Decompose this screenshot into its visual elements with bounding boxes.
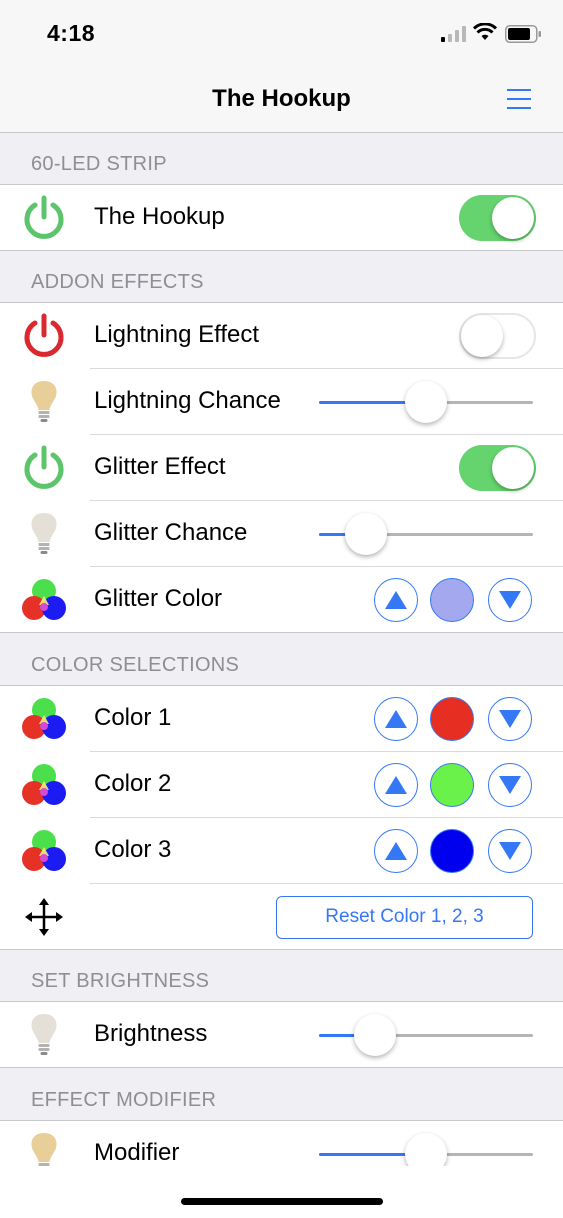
rgb-circles-icon [22, 579, 66, 620]
slider-thumb[interactable] [353, 1014, 396, 1056]
home-indicator[interactable] [181, 1198, 383, 1205]
battery-icon [505, 25, 541, 43]
toggle-knob [461, 315, 503, 357]
hamburger-menu-icon[interactable] [505, 87, 533, 111]
section-header-colors: COLOR SELECTIONS [0, 633, 563, 686]
light-bulb-icon [31, 381, 57, 422]
light-bulb-icon [31, 513, 57, 554]
status-time: 4:18 [47, 20, 96, 46]
color-3-down-button[interactable] [488, 829, 532, 873]
glitter-color-swatch[interactable] [430, 578, 474, 622]
row-label: Lightning Effect [94, 321, 260, 348]
toggle-knob [492, 447, 534, 489]
rgb-circles-icon [22, 698, 66, 739]
color-2-swatch[interactable] [430, 763, 474, 807]
section-title: ADDON EFFECTS [31, 271, 204, 293]
slider-thumb[interactable] [405, 381, 447, 423]
color-2-down-button[interactable] [488, 763, 532, 807]
triangle-down-icon [499, 591, 521, 609]
light-bulb-icon [31, 1014, 57, 1055]
triangle-up-icon [385, 776, 407, 794]
color-1-up-button[interactable] [374, 697, 418, 741]
page-title: The Hookup [212, 85, 351, 112]
row-color-2: Color 2 [0, 752, 563, 818]
triangle-up-icon [385, 842, 407, 860]
triangle-down-icon [499, 776, 521, 794]
row-label: Glitter Effect [94, 453, 226, 480]
color-1-down-button[interactable] [488, 697, 532, 741]
row-label: Modifier [94, 1139, 180, 1166]
row-glitter-chance: Glitter Chance [0, 501, 563, 567]
section-title: EFFECT MODIFIER [31, 1089, 217, 1111]
row-lightning-effect: Lightning Effect [0, 303, 563, 369]
rgb-circles-icon [22, 830, 66, 871]
row-glitter-color: Glitter Color [0, 567, 563, 633]
navigation-bar: The Hookup [0, 66, 563, 133]
color-2-up-button[interactable] [374, 763, 418, 807]
row-color-3: Color 3 [0, 818, 563, 884]
rgb-circles-icon [22, 764, 66, 805]
color-1-swatch[interactable] [430, 697, 474, 741]
glitter-color-down-button[interactable] [488, 578, 532, 622]
section-header-strip: 60-LED STRIP [0, 133, 563, 185]
glitter-color-up-button[interactable] [374, 578, 418, 622]
section-header-modifier: EFFECT MODIFIER [0, 1068, 563, 1121]
color-3-up-button[interactable] [374, 829, 418, 873]
row-label: Color 3 [94, 836, 172, 863]
status-bar: 4:18 [0, 0, 563, 66]
row-label: Color 1 [94, 704, 172, 731]
section-header-addon: ADDON EFFECTS [0, 251, 563, 303]
section-title: 60-LED STRIP [31, 153, 167, 175]
row-label: Lightning Chance [94, 387, 281, 414]
color-3-swatch[interactable] [430, 829, 474, 873]
power-icon [24, 313, 64, 357]
row-lightning-chance: Lightning Chance [0, 369, 563, 435]
row-brightness: Brightness [0, 1002, 563, 1068]
row-the-hookup: The Hookup [0, 185, 563, 251]
home-indicator-area [0, 1166, 563, 1218]
triangle-down-icon [499, 710, 521, 728]
section-title: COLOR SELECTIONS [31, 654, 240, 676]
row-label: Brightness [94, 1020, 208, 1047]
cellular-signal-icon [441, 26, 466, 42]
glitter-chance-slider[interactable] [319, 513, 533, 555]
lightning-chance-slider[interactable] [319, 381, 533, 423]
glitter-effect-toggle[interactable] [459, 445, 536, 491]
wifi-icon [473, 23, 497, 40]
row-reset-colors: Reset Color 1, 2, 3 [0, 884, 563, 950]
reset-colors-button[interactable]: Reset Color 1, 2, 3 [276, 896, 533, 939]
row-label: Glitter Color [94, 585, 223, 612]
triangle-up-icon [385, 710, 407, 728]
power-icon [24, 445, 64, 489]
row-glitter-effect: Glitter Effect [0, 435, 563, 501]
toggle-knob [492, 197, 534, 239]
row-label: The Hookup [94, 203, 225, 230]
modifier-slider[interactable] [319, 1133, 533, 1175]
triangle-up-icon [385, 591, 407, 609]
section-title: SET BRIGHTNESS [31, 970, 210, 992]
section-header-brightness: SET BRIGHTNESS [0, 950, 563, 1002]
move-arrows-icon [25, 898, 63, 936]
triangle-down-icon [499, 842, 521, 860]
row-label: Glitter Chance [94, 519, 248, 546]
hookup-power-toggle[interactable] [459, 195, 536, 241]
lightning-effect-toggle[interactable] [459, 313, 536, 359]
slider-thumb[interactable] [345, 513, 388, 555]
brightness-slider[interactable] [319, 1014, 533, 1056]
power-icon [24, 195, 64, 239]
row-label: Color 2 [94, 770, 172, 797]
row-color-1: Color 1 [0, 686, 563, 752]
